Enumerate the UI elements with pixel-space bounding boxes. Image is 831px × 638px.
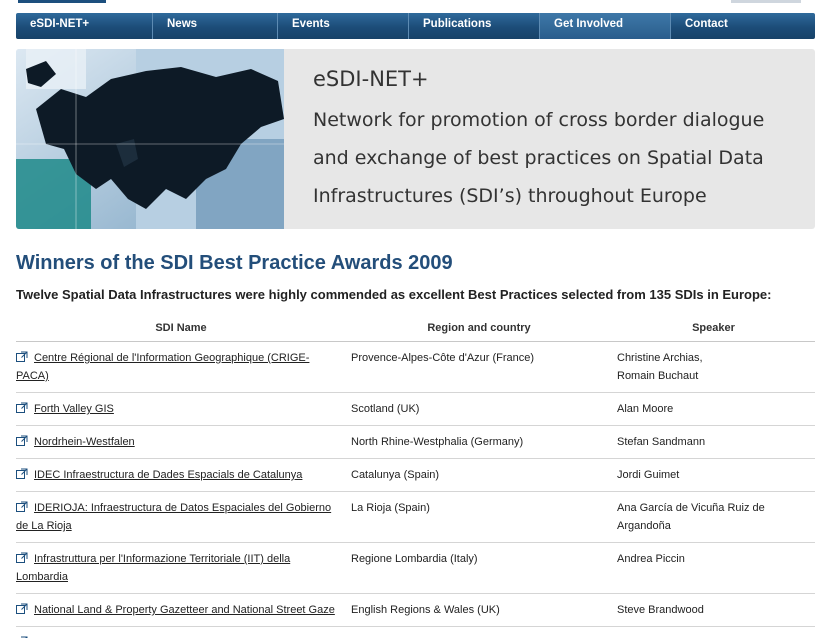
sdi-name-cell: Centre Régional de l'Information Geograp… [16,341,346,393]
external-link-icon [16,552,28,563]
sdi-name-cell: IDEC Infraestructura de Dades Espacials … [16,458,346,492]
nav-item-publications[interactable]: Publications [409,13,540,39]
external-link-icon [16,351,28,362]
banner-title: eSDI-NET+ [313,67,429,91]
sdi-link[interactable]: Nordrhein-Westfalen [34,436,135,448]
external-link-icon [16,435,28,446]
top-accent-bar [18,0,106,3]
speaker-name: Steve Brandwood [617,604,704,616]
sdi-link[interactable]: IDEC Infraestructura de Dades Espacials … [34,469,302,481]
sdi-link[interactable]: IDERIOJA: Infraestructura de Datos Espac… [16,502,331,532]
table-row: Infrastruttura per l'Informazione Territ… [16,542,815,594]
speaker-name: Christine Archias, [617,352,703,364]
region-cell: English Regions & Wales (UK) [346,593,612,627]
europe-map-image [16,49,284,229]
speaker-cell: Stefan Sandmann [612,425,815,459]
table-row: IDEC Infraestructura de Dades Espacials … [16,458,815,492]
speaker-name: Andrea Piccin [617,553,685,565]
speaker-name: Alan Moore [617,403,674,415]
region-cell: Catalunya (Spain) [346,458,612,492]
table-row: Nordrhein-Westfalen North Rhine-Westphali… [16,425,815,459]
banner: eSDI-NET+ Network for promotion of cross… [16,49,815,229]
sdi-name-cell: Forth Valley GIS [16,392,346,426]
speaker-cell: Christine Archias, Romain Buchaut [612,341,815,393]
winners-table: SDI Name Region and country Speaker Cent… [16,315,815,638]
sdi-link[interactable]: Infrastruttura per l'Informazione Territ… [16,553,290,583]
column-header-sdi-name: SDI Name [16,315,346,342]
table-header-row: SDI Name Region and country Speaker [16,315,815,342]
speaker-name: Ana García de Vicuña Ruiz de [617,502,765,514]
speaker-cell: Olaf Magnus Østensen [612,626,815,638]
nav-item-news[interactable]: News [153,13,278,39]
external-link-icon [16,501,28,512]
sdi-link[interactable]: Centre Régional de l'Information Geograp… [16,352,309,382]
column-header-region: Region and country [346,315,612,342]
nav-item-esdi-net[interactable]: eSDI-NET+ [16,13,153,39]
external-link-icon [16,603,28,614]
speaker-cell: Steve Brandwood [612,593,815,627]
region-cell: Regione Lombardia (Italy) [346,542,612,594]
banner-description: Network for promotion of cross border di… [313,109,765,207]
table-row: Norway Digital-NDNorwayOlaf Magnus Østen… [16,626,815,638]
speaker-name: Jordi Guimet [617,469,680,481]
speaker-name: Stefan Sandmann [617,436,706,448]
external-link-icon [16,468,28,479]
speaker-cell: Ana García de Vicuña Ruiz de Argandoña [612,491,815,543]
main-navigation: eSDI-NET+ News Events Publications Get I… [16,13,815,39]
region-cell: Scotland (UK) [346,392,612,426]
sdi-link[interactable]: National Land & Property Gazetteer and N… [34,604,335,616]
speaker-cell: Alan Moore [612,392,815,426]
external-link-icon [16,402,28,413]
top-decoration [0,0,831,6]
sdi-name-cell: Infrastruttura per l'Informazione Territ… [16,542,346,594]
table-row: National Land & Property Gazetteer and N… [16,593,815,627]
region-cell: North Rhine-Westphalia (Germany) [346,425,612,459]
column-header-speaker: Speaker [612,315,815,342]
sdi-name-cell: National Land & Property Gazetteer and N… [16,593,346,627]
region-cell: Norway [346,626,612,638]
page-title: Winners of the SDI Best Practice Awards … [16,252,453,274]
table-row: IDERIOJA: Infraestructura de Datos Espac… [16,491,815,543]
region-cell: La Rioja (Spain) [346,491,612,543]
speaker-cell: Jordi Guimet [612,458,815,492]
nav-item-contact[interactable]: Contact [671,13,815,39]
sdi-link[interactable]: Forth Valley GIS [34,403,114,415]
nav-item-events[interactable]: Events [278,13,409,39]
speaker-cell: Andrea Piccin [612,542,815,594]
nav-item-get-involved[interactable]: Get Involved [540,13,671,39]
speaker-name: Argandoña [617,520,671,532]
page-intro: Twelve Spatial Data Infrastructures were… [16,287,772,302]
sdi-name-cell: Norway Digital-ND [16,626,346,638]
sdi-name-cell: IDERIOJA: Infraestructura de Datos Espac… [16,491,346,543]
sdi-name-cell: Nordrhein-Westfalen [16,425,346,459]
table-row: Forth Valley GIS Scotland (UK) Alan Moore [16,392,815,426]
speaker-name: Romain Buchaut [617,370,699,382]
top-accent-bar-right [731,0,801,3]
table-row: Centre Régional de l'Information Geograp… [16,341,815,393]
region-cell: Provence-Alpes-Côte d'Azur (France) [346,341,612,393]
